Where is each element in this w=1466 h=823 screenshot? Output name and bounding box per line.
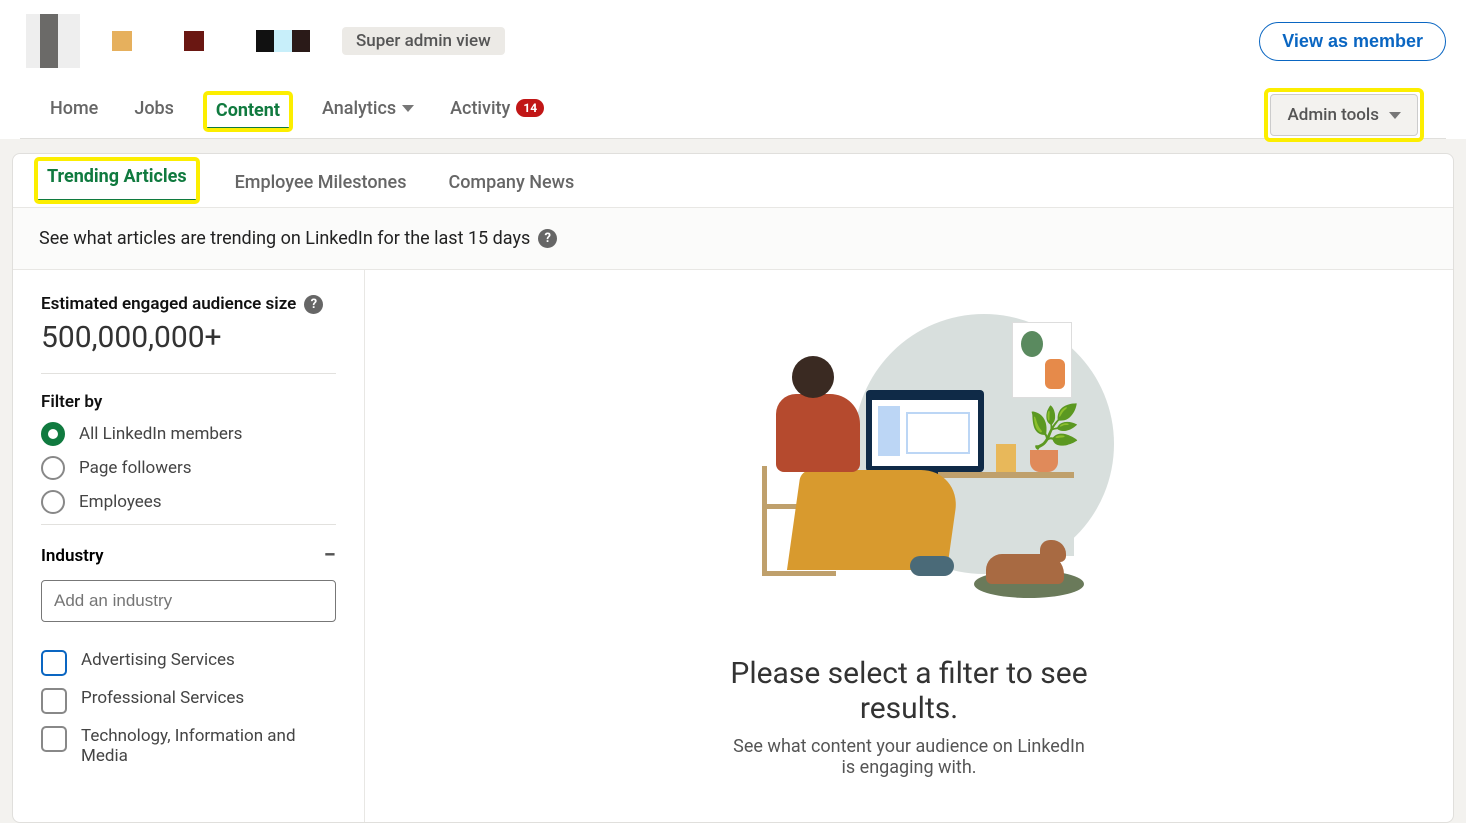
chevron-down-icon bbox=[402, 105, 414, 112]
industry-label: Industry bbox=[41, 546, 104, 566]
empty-state-illustration: 🌿 bbox=[734, 314, 1084, 624]
nav-activity[interactable]: Activity 14 bbox=[446, 98, 548, 133]
nav-jobs[interactable]: Jobs bbox=[130, 98, 178, 133]
radio-icon bbox=[41, 490, 65, 514]
empty-state-subtitle: See what content your audience on Linked… bbox=[729, 736, 1089, 778]
radio-icon bbox=[41, 456, 65, 480]
admin-tools-dropdown[interactable]: Admin tools bbox=[1270, 94, 1418, 136]
radio-icon bbox=[41, 422, 65, 446]
trending-description: See what articles are trending on Linked… bbox=[39, 228, 530, 249]
checkbox-label: Advertising Services bbox=[81, 650, 235, 670]
chevron-down-icon bbox=[1389, 112, 1401, 119]
subtab-company-news[interactable]: Company News bbox=[444, 154, 578, 207]
company-logo[interactable] bbox=[26, 14, 80, 68]
color-swatch bbox=[112, 31, 132, 51]
checkbox-icon bbox=[41, 726, 67, 752]
industry-checkbox-professional[interactable]: Professional Services bbox=[41, 688, 336, 714]
nav-activity-label: Activity bbox=[450, 98, 510, 119]
industry-checkbox-technology[interactable]: Technology, Information and Media bbox=[41, 726, 336, 766]
filter-by-label: Filter by bbox=[41, 392, 336, 412]
radio-all-members[interactable]: All LinkedIn members bbox=[41, 422, 336, 446]
minus-icon: − bbox=[324, 543, 336, 568]
radio-employees[interactable]: Employees bbox=[41, 490, 336, 514]
industry-checkbox-advertising[interactable]: Advertising Services bbox=[41, 650, 336, 676]
radio-page-followers[interactable]: Page followers bbox=[41, 456, 336, 480]
checkbox-label: Professional Services bbox=[81, 688, 244, 708]
radio-label: All LinkedIn members bbox=[79, 424, 242, 444]
nav-home[interactable]: Home bbox=[46, 98, 102, 133]
color-swatch bbox=[184, 31, 204, 51]
filter-sidebar: Estimated engaged audience size ? 500,00… bbox=[13, 270, 365, 822]
activity-count-badge: 14 bbox=[516, 99, 544, 117]
view-as-member-button[interactable]: View as member bbox=[1259, 22, 1446, 61]
color-swatch-group bbox=[256, 30, 310, 52]
nav-analytics-label: Analytics bbox=[322, 98, 396, 119]
checkbox-icon bbox=[41, 650, 67, 676]
help-icon[interactable]: ? bbox=[304, 295, 323, 314]
subtab-employee-milestones[interactable]: Employee Milestones bbox=[231, 154, 411, 207]
audience-size-value: 500,000,000+ bbox=[41, 320, 336, 355]
empty-state-title: Please select a filter to see results. bbox=[699, 656, 1119, 726]
admin-view-badge: Super admin view bbox=[342, 27, 505, 55]
nav-analytics[interactable]: Analytics bbox=[318, 98, 418, 133]
checkbox-icon bbox=[41, 688, 67, 714]
radio-label: Page followers bbox=[79, 458, 192, 478]
subtab-trending-articles[interactable]: Trending Articles bbox=[37, 160, 197, 201]
industry-section-toggle[interactable]: Industry − bbox=[41, 543, 336, 568]
checkbox-label: Technology, Information and Media bbox=[81, 726, 336, 766]
admin-tools-label: Admin tools bbox=[1287, 105, 1379, 125]
audience-size-label: Estimated engaged audience size bbox=[41, 294, 296, 314]
radio-label: Employees bbox=[79, 492, 162, 512]
industry-input[interactable] bbox=[41, 580, 336, 622]
help-icon[interactable]: ? bbox=[538, 229, 557, 248]
nav-content[interactable]: Content bbox=[206, 94, 290, 129]
